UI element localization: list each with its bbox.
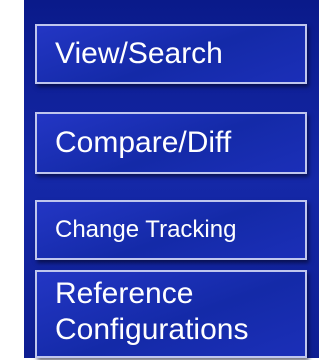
reference-configurations-button[interactable]: Reference Configurations <box>35 270 307 358</box>
reference-configurations-line-1: Reference <box>55 277 194 310</box>
compare-diff-label: Compare/Diff <box>55 126 232 159</box>
change-tracking-button[interactable]: Change Tracking <box>35 200 307 260</box>
view-search-label: View/Search <box>55 37 223 70</box>
compare-diff-button[interactable]: Compare/Diff <box>35 112 307 174</box>
reference-configurations-label: Reference Configurations <box>55 276 248 348</box>
view-search-button[interactable]: View/Search <box>35 24 307 84</box>
change-tracking-label: Change Tracking <box>55 216 237 243</box>
reference-configurations-line-2: Configurations <box>55 313 249 346</box>
menu-panel: View/Search Compare/Diff Change Tracking… <box>24 0 319 358</box>
